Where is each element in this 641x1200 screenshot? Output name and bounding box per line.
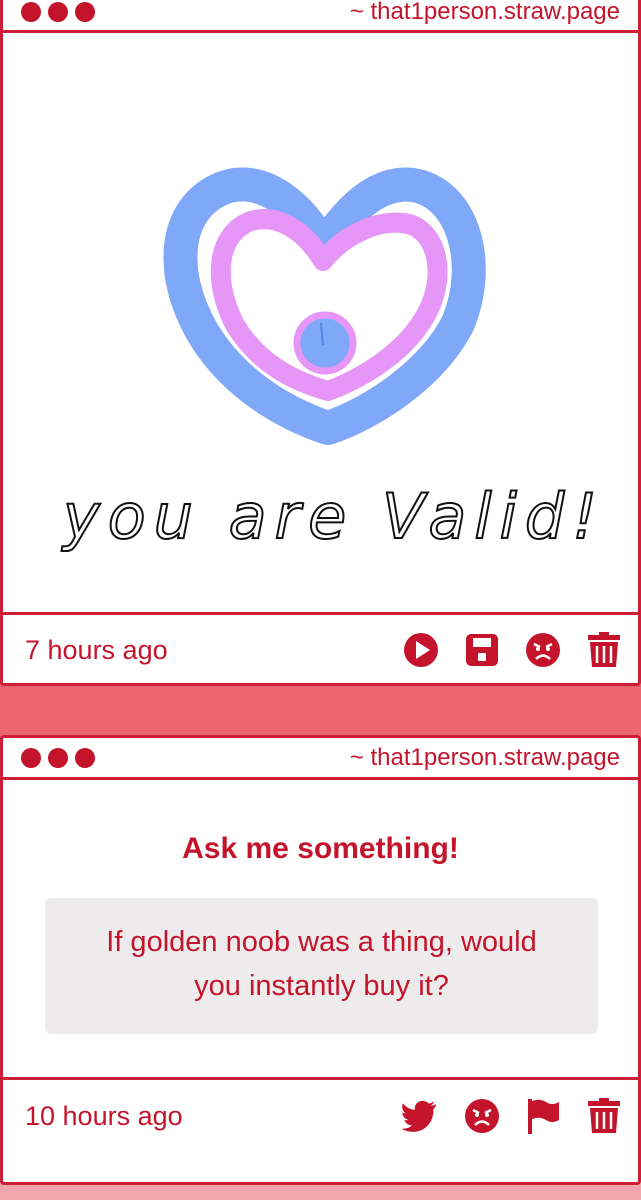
- timestamp: 7 hours ago: [25, 634, 168, 665]
- post-actions: [402, 1098, 622, 1135]
- play-button[interactable]: [402, 632, 439, 669]
- react-angry-button[interactable]: [463, 1098, 500, 1135]
- drawing-canvas: you are Valid!: [3, 33, 638, 615]
- card-footer: 10 hours ago: [3, 1080, 638, 1152]
- timestamp: 10 hours ago: [25, 1100, 183, 1131]
- post-actions: [402, 632, 622, 669]
- card-footer: 7 hours ago: [3, 615, 638, 683]
- dot-icon: [48, 747, 68, 768]
- card-header: ~ that1person.straw.page: [3, 738, 638, 780]
- window-dots: [21, 747, 95, 768]
- card-header: ~ that1person.straw.page: [3, 0, 638, 33]
- angry-face-icon: [464, 1099, 499, 1133]
- flag-icon: [527, 1099, 559, 1134]
- delete-button[interactable]: [585, 632, 622, 669]
- dot-icon: [21, 747, 41, 768]
- save-button[interactable]: [463, 632, 500, 669]
- handwriting-layer: you are Valid!: [60, 479, 605, 554]
- question-text: If golden noob was a thing, would you in…: [45, 898, 598, 1034]
- handwritten-text: you are Valid!: [61, 480, 605, 553]
- share-twitter-button[interactable]: [402, 1098, 439, 1135]
- window-dots: [21, 1, 95, 22]
- drawing-post-card: ~ that1person.straw.page you are Valid! …: [0, 0, 641, 686]
- question-post-card: ~ that1person.straw.page Ask me somethin…: [0, 735, 641, 1185]
- question-body: Ask me something! If golden noob was a t…: [3, 780, 638, 1080]
- ask-title: Ask me something!: [182, 832, 459, 865]
- twitter-icon: [402, 1100, 437, 1132]
- site-host-link[interactable]: ~ that1person.straw.page: [350, 0, 620, 26]
- react-angry-button[interactable]: [524, 632, 561, 669]
- report-button[interactable]: [524, 1098, 561, 1135]
- play-icon: [403, 633, 438, 667]
- site-host-link[interactable]: ~ that1person.straw.page: [350, 744, 620, 772]
- dot-icon: [75, 1, 95, 22]
- angry-face-icon: [525, 633, 560, 667]
- dot-icon: [48, 1, 68, 22]
- trash-icon: [587, 1098, 620, 1133]
- delete-button[interactable]: [585, 1098, 622, 1135]
- dot-icon: [21, 1, 41, 22]
- trash-icon: [587, 632, 620, 667]
- dot-icon: [75, 747, 95, 768]
- save-icon: [465, 634, 498, 666]
